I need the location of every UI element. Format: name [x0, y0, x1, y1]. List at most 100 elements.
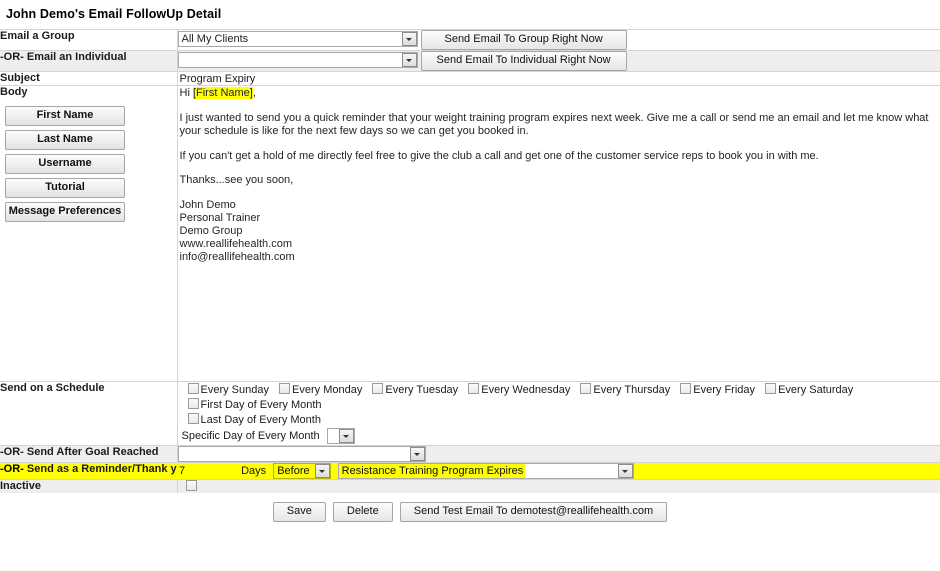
field-body: Hi [First Name], I just wanted to send y…	[177, 85, 940, 382]
field-inactive	[177, 479, 940, 493]
row-email-group: Email a Group All My Clients Send Email …	[0, 29, 940, 51]
token-button-last-name[interactable]: Last Name	[5, 130, 125, 150]
checkbox-icon[interactable]	[187, 398, 199, 409]
inactive-checkbox[interactable]	[185, 480, 197, 491]
token-button-message-preferences[interactable]: Message Preferences	[5, 202, 125, 222]
label-body: Body First Name Last Name Username Tutor…	[0, 85, 178, 382]
reminder-event-select[interactable]: Resistance Training Program Expires	[337, 463, 634, 479]
send-email-to-group-button[interactable]: Send Email To Group Right Now	[420, 30, 627, 50]
chevron-down-icon[interactable]	[409, 447, 425, 461]
label-inactive: Inactive	[0, 479, 178, 493]
field-schedule: Every Sunday Every Monday Every Tuesday …	[177, 381, 940, 446]
email-individual-select[interactable]	[177, 52, 418, 69]
signature-website: www.reallifehealth.com	[179, 238, 293, 251]
checkbox-label: Every Wednesday	[481, 384, 571, 396]
checkbox-every-sunday[interactable]: Every Sunday	[187, 383, 269, 396]
checkbox-every-wednesday[interactable]: Every Wednesday	[468, 383, 570, 396]
row-subject: Subject Program Expiry	[0, 71, 940, 86]
checkbox-icon[interactable]	[680, 383, 692, 394]
send-email-to-individual-button[interactable]: Send Email To Individual Right Now	[420, 51, 627, 71]
specific-day-label: Specific Day of Every Month	[181, 429, 320, 442]
checkbox-label: First Day of Every Month	[200, 399, 322, 411]
row-goal-reached: -OR- Send After Goal Reached	[0, 445, 940, 463]
checkbox-icon[interactable]	[279, 383, 291, 394]
row-email-individual: -OR- Email an Individual Send Email To I…	[0, 50, 940, 72]
row-inactive: Inactive	[0, 479, 940, 493]
subject-input[interactable]: Program Expiry	[178, 72, 940, 85]
schedule-first-day-line: First Day of Every Month	[178, 397, 940, 412]
checkbox-every-thursday[interactable]: Every Thursday	[580, 383, 670, 396]
token-button-username[interactable]: Username	[5, 154, 125, 174]
token-button-tutorial[interactable]: Tutorial	[5, 178, 125, 198]
chevron-down-icon[interactable]	[338, 429, 354, 443]
reminder-event-value: Resistance Training Program Expires	[338, 464, 526, 478]
signature-email: info@reallifehealth.com	[179, 251, 295, 264]
page-title: John Demo's Email FollowUp Detail	[6, 7, 222, 21]
schedule-last-day-line: Last Day of Every Month	[178, 412, 940, 427]
row-reminder: -OR- Send as a Reminder/Thank you 7 Days…	[0, 462, 940, 480]
checkbox-label: Every Tuesday	[385, 384, 459, 396]
field-reminder: 7 Days Before Resistance Training Progra…	[177, 462, 940, 480]
email-followup-form: Email a Group All My Clients Send Email …	[0, 29, 940, 493]
checkbox-every-monday[interactable]: Every Monday	[279, 383, 362, 396]
checkbox-last-day-of-month[interactable]: Last Day of Every Month	[187, 413, 321, 426]
checkbox-icon[interactable]	[580, 383, 592, 394]
signature-line-3: Demo Group	[179, 224, 243, 237]
body-editor[interactable]: Hi [First Name], I just wanted to send y…	[178, 86, 940, 265]
body-paragraph-3: Thanks...see you soon,	[179, 174, 294, 186]
reminder-before-after-value: Before	[277, 465, 310, 477]
label-email-group: Email a Group	[0, 29, 178, 51]
schedule-weekdays: Every Sunday Every Monday Every Tuesday …	[178, 382, 940, 397]
chevron-down-icon[interactable]	[401, 53, 417, 68]
body-paragraph-1: I just wanted to send you a quick remind…	[179, 111, 929, 138]
email-group-select-value: All My Clients	[181, 33, 249, 46]
checkbox-icon[interactable]	[372, 383, 384, 394]
body-token-buttons: First Name Last Name Username Tutorial M…	[0, 98, 177, 222]
label-email-individual: -OR- Email an Individual	[0, 50, 178, 72]
checkbox-label: Every Friday	[693, 384, 756, 396]
token-button-first-name[interactable]: First Name	[5, 106, 125, 126]
email-group-select[interactable]: All My Clients	[177, 31, 418, 48]
field-subject: Program Expiry	[177, 71, 940, 86]
send-test-email-button[interactable]: Send Test Email To demotest@reallifeheal…	[399, 502, 668, 522]
label-schedule: Send on a Schedule	[0, 381, 178, 446]
field-email-group: All My Clients Send Email To Group Right…	[177, 29, 940, 51]
checkbox-first-day-of-month[interactable]: First Day of Every Month	[187, 398, 322, 411]
checkbox-icon[interactable]	[468, 383, 480, 394]
field-email-individual: Send Email To Individual Right Now	[177, 50, 940, 72]
label-body-text: Body	[0, 86, 28, 98]
reminder-days-input[interactable]: 7	[177, 463, 232, 479]
field-goal-reached	[177, 445, 940, 463]
checkbox-icon[interactable]	[187, 413, 199, 424]
checkbox-icon[interactable]	[765, 383, 777, 394]
body-greeting: Hi [First Name],	[180, 87, 940, 101]
reminder-or-prefix: -OR-	[0, 463, 24, 475]
label-reminder: -OR- Send as a Reminder/Thank you	[0, 462, 190, 480]
schedule-specific-day-line: Specific Day of Every Month	[178, 427, 940, 445]
body-signature: John Demo Personal Trainer Demo Group ww…	[180, 199, 940, 265]
row-body: Body First Name Last Name Username Tutor…	[0, 85, 940, 382]
body-greeting-prefix: Hi	[179, 87, 193, 99]
checkbox-every-friday[interactable]: Every Friday	[680, 383, 755, 396]
save-button[interactable]: Save	[272, 502, 326, 522]
signature-line-2: Personal Trainer	[179, 211, 261, 224]
checkbox-every-tuesday[interactable]: Every Tuesday	[372, 383, 458, 396]
checkbox-every-saturday[interactable]: Every Saturday	[765, 383, 853, 396]
checkbox-label: Every Sunday	[200, 384, 269, 396]
delete-button[interactable]: Delete	[332, 502, 393, 522]
checkbox-label: Last Day of Every Month	[200, 414, 321, 426]
chevron-down-icon[interactable]	[314, 464, 330, 478]
label-subject: Subject	[0, 71, 178, 86]
form-actions: Save Delete Send Test Email To demotest@…	[0, 493, 940, 522]
reminder-label-text: Send as a Reminder/Thank you	[26, 463, 191, 475]
reminder-before-after-select[interactable]: Before	[273, 463, 331, 479]
checkbox-icon[interactable]	[187, 383, 199, 394]
email-followup-detail-page: John Demo's Email FollowUp Detail Email …	[0, 0, 940, 571]
body-greeting-suffix: ,	[252, 87, 256, 99]
checkbox-label: Every Monday	[292, 384, 363, 396]
specific-day-select[interactable]	[326, 428, 355, 444]
label-goal-reached: -OR- Send After Goal Reached	[0, 445, 178, 463]
chevron-down-icon[interactable]	[401, 32, 417, 47]
chevron-down-icon[interactable]	[617, 464, 633, 478]
goal-reached-select[interactable]	[177, 446, 426, 462]
